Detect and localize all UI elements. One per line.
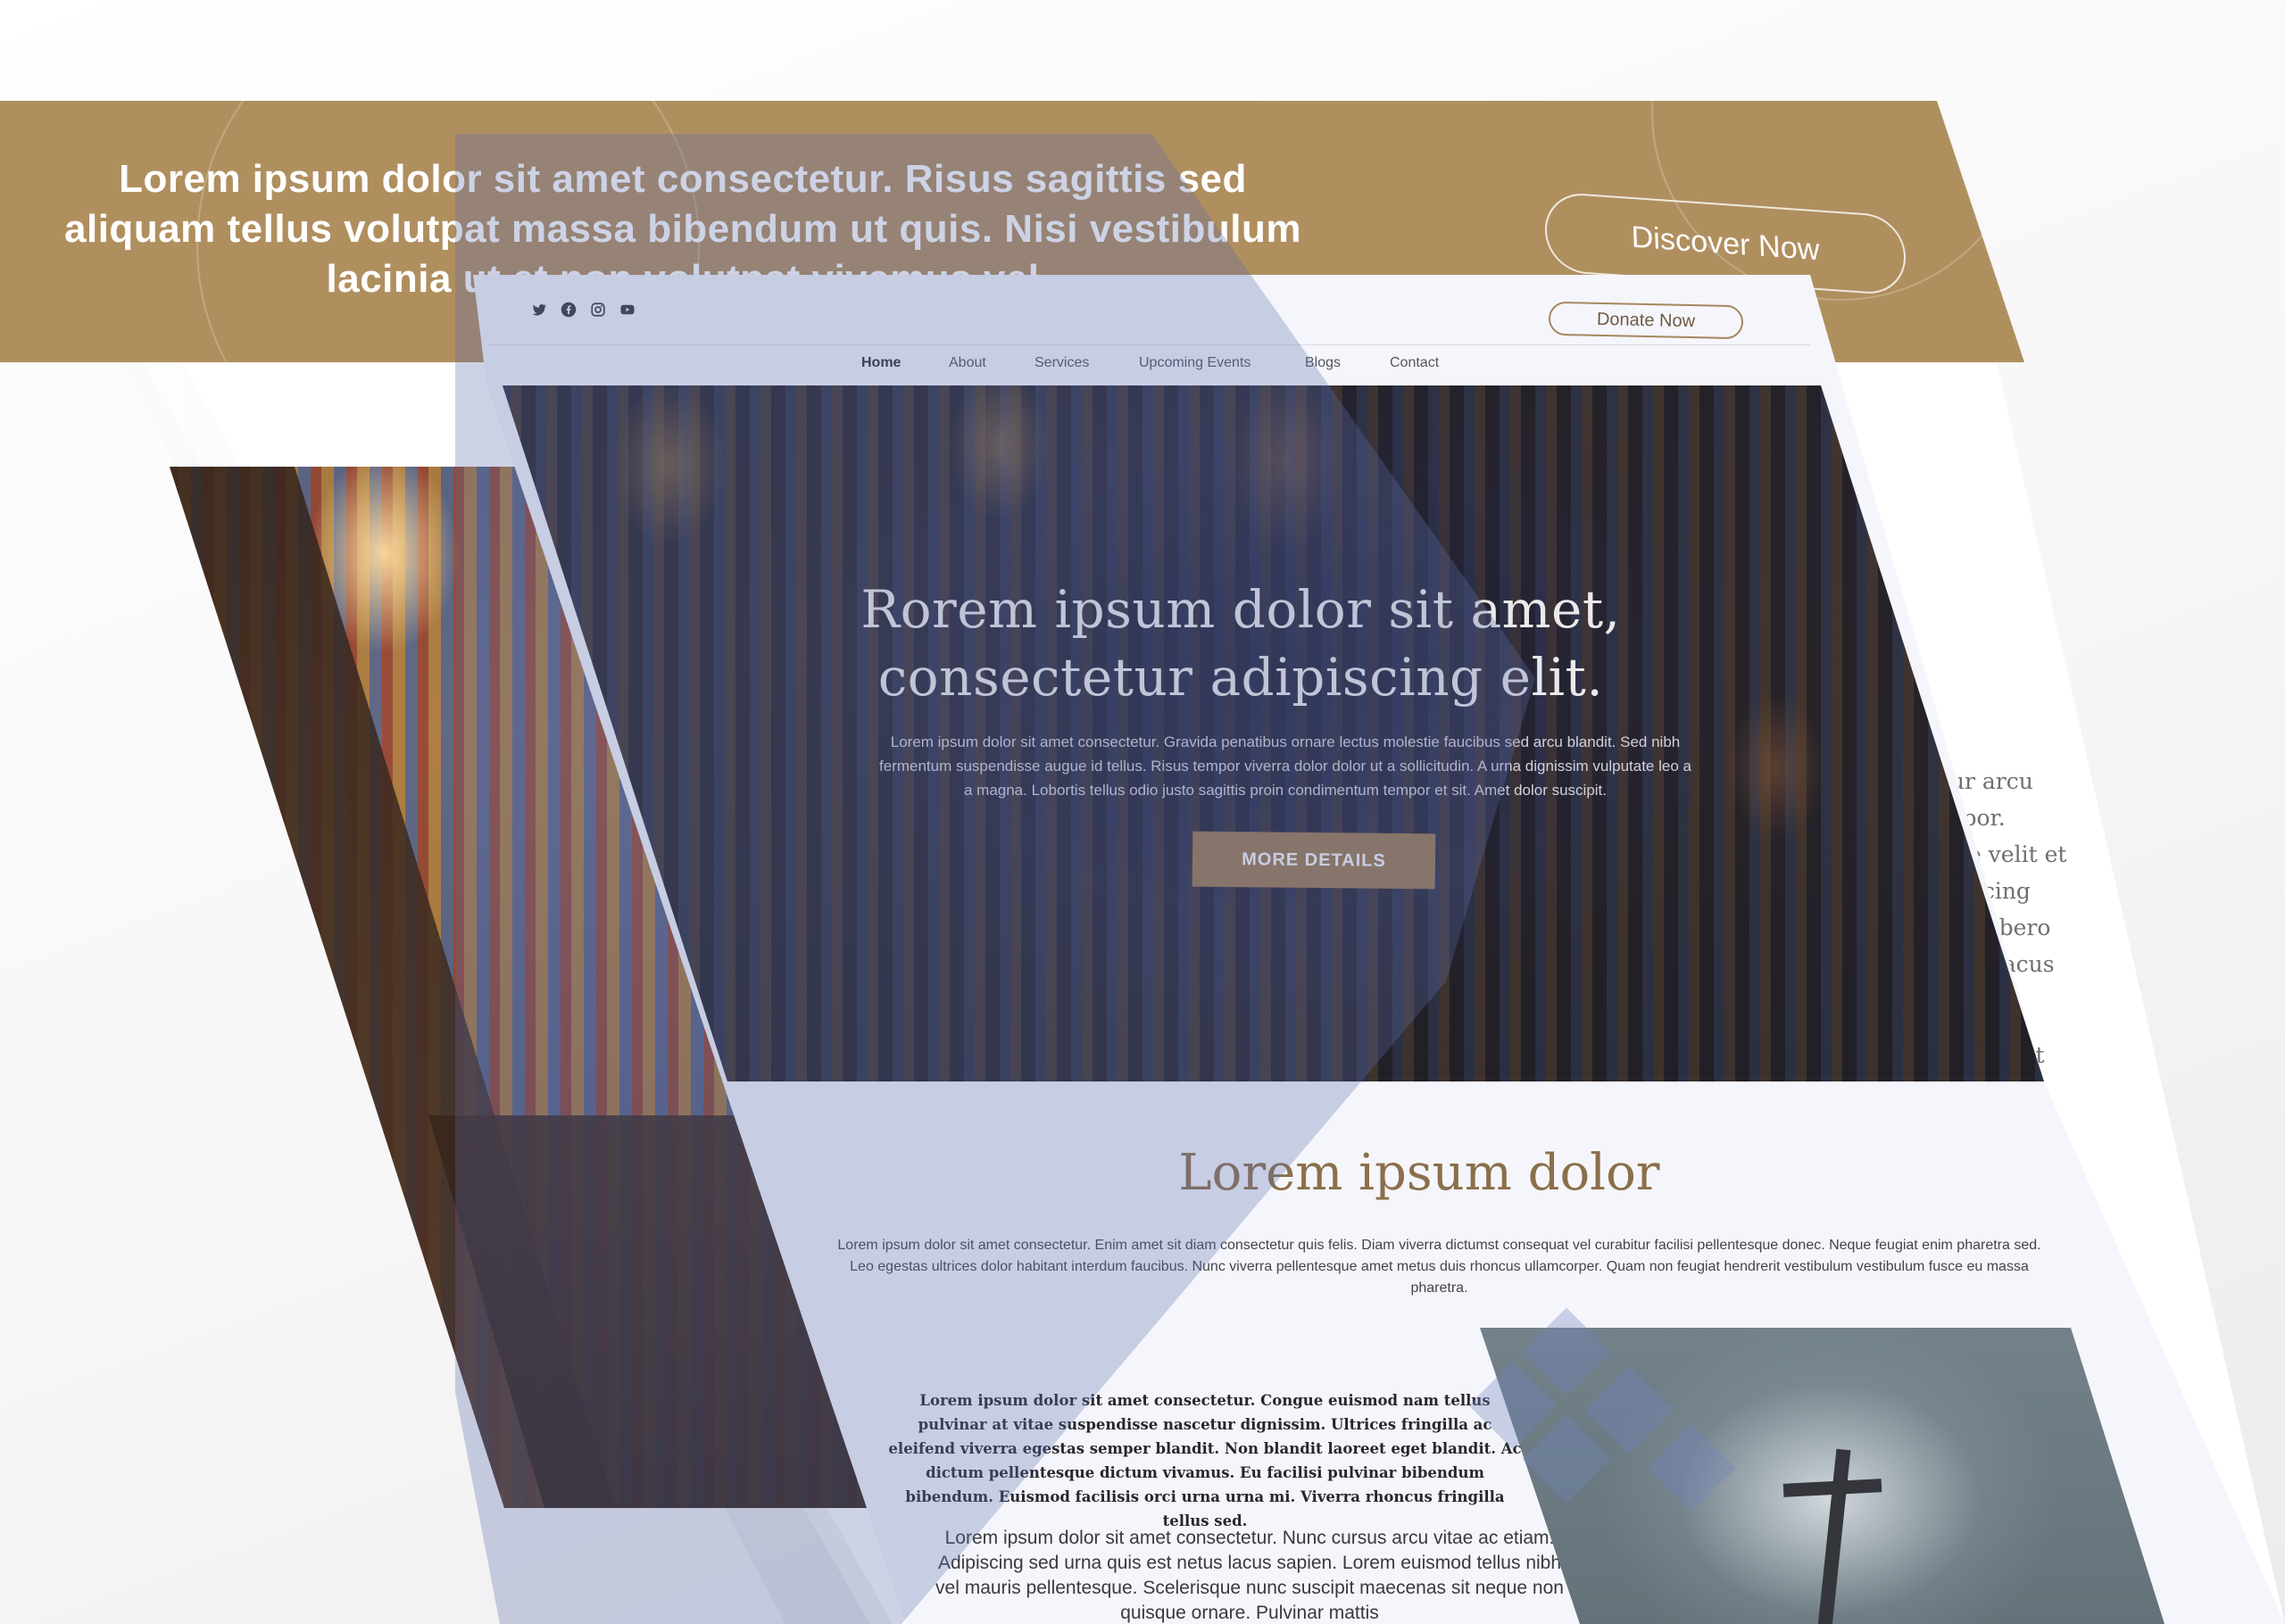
text-line: etur arcu <box>1928 768 2033 794</box>
mockup-stage: Lorem ipsum dolor sit amet consectetur. … <box>0 0 2285 1624</box>
text-line: empor. <box>1928 800 2285 836</box>
